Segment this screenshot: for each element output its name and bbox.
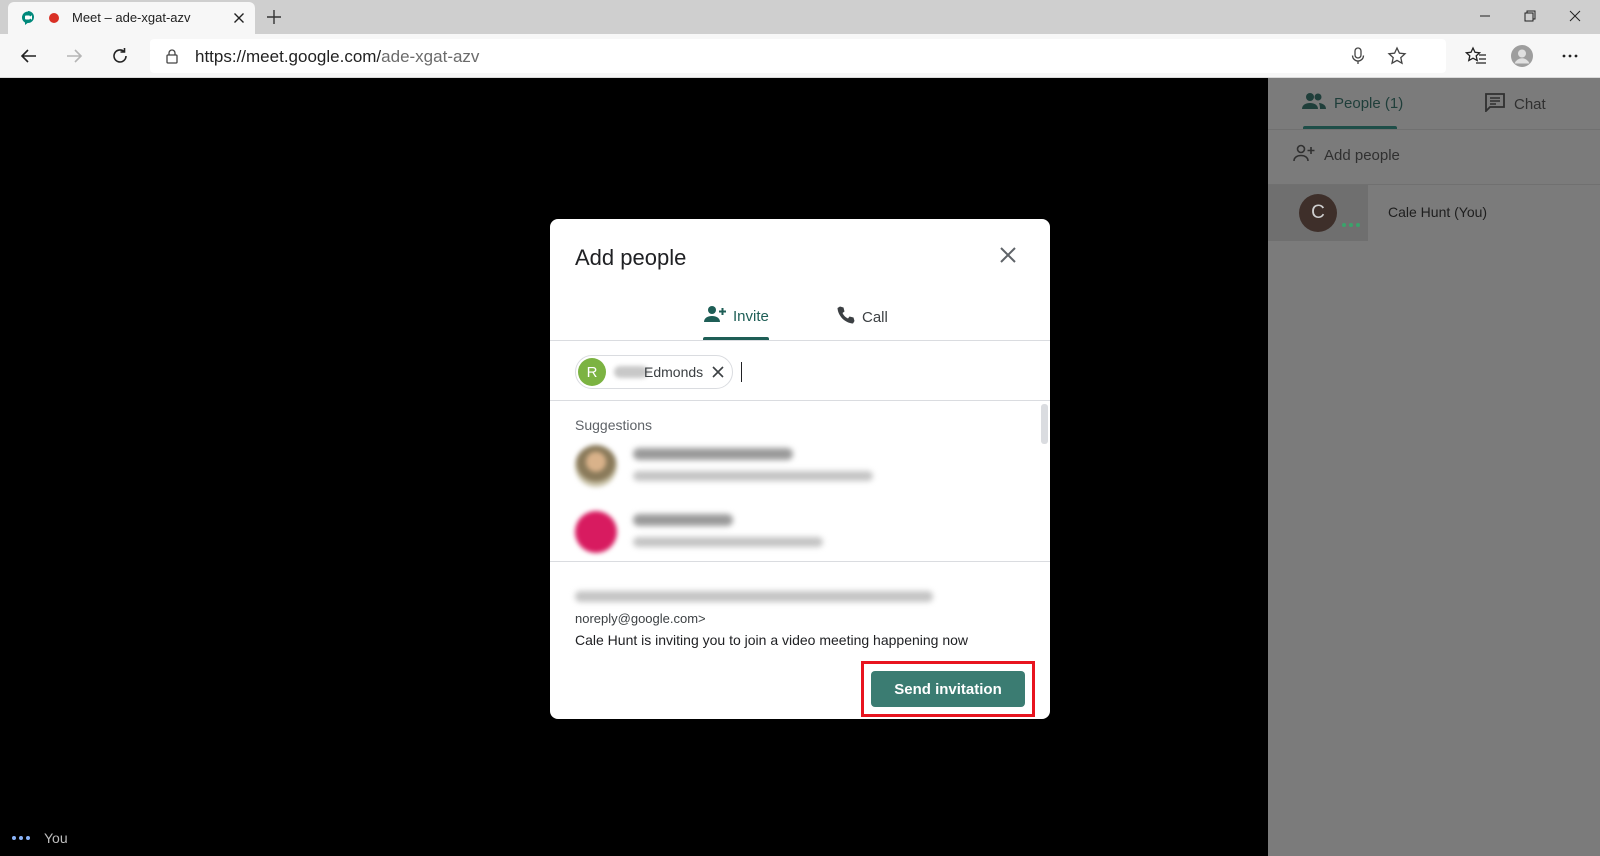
browser-tab-strip: Meet – ade-xgat-azv <box>0 0 1600 34</box>
tab-chat[interactable]: Chat <box>1484 92 1546 116</box>
forward-icon[interactable] <box>60 42 88 70</box>
favorites-icon[interactable] <box>1462 42 1490 70</box>
close-icon[interactable] <box>996 243 1020 267</box>
audio-indicator-icon <box>1342 223 1360 227</box>
browser-tab[interactable]: Meet – ade-xgat-azv <box>8 2 255 34</box>
participant-row[interactable]: C Cale Hunt (You) <box>1268 185 1600 241</box>
avatar <box>575 445 617 487</box>
add-people-dialog: Add people Invite Call R Edmonds Suggest… <box>550 219 1050 719</box>
avatar: R <box>578 358 606 386</box>
side-panel: People (1) Chat Add people C Cale Hunt (… <box>1268 78 1600 856</box>
microphone-icon[interactable] <box>1348 46 1368 66</box>
minimize-icon[interactable] <box>1462 2 1508 30</box>
meet-favicon-icon <box>20 10 36 26</box>
more-icon[interactable] <box>1556 42 1584 70</box>
audio-indicator-icon <box>12 836 30 840</box>
sender-email: noreply@google.com> <box>575 611 706 626</box>
people-icon <box>1302 92 1326 114</box>
tab-chat-label: Chat <box>1514 95 1546 113</box>
suggestion-item[interactable] <box>575 511 1015 559</box>
blurred-sender-line <box>575 591 933 602</box>
chat-icon <box>1484 92 1506 116</box>
url-text[interactable]: https://meet.google.com/ade-xgat-azv <box>195 47 479 67</box>
tab-invite[interactable]: Invite <box>703 305 769 327</box>
tab-people[interactable]: People (1) <box>1302 92 1403 114</box>
window-close-icon[interactable] <box>1552 2 1598 30</box>
remove-recipient-icon[interactable] <box>710 364 726 380</box>
back-icon[interactable] <box>15 42 43 70</box>
active-tab-indicator <box>1303 126 1397 129</box>
tab-close-icon[interactable] <box>231 10 247 26</box>
blurred-name <box>633 448 793 460</box>
dialog-title: Add people <box>575 245 687 270</box>
blurred-name <box>633 514 733 526</box>
avatar <box>575 511 617 553</box>
browser-toolbar: https://meet.google.com/ade-xgat-azv <box>0 34 1600 78</box>
recipient-chip[interactable]: R Edmonds <box>575 355 733 389</box>
tab-people-label: People (1) <box>1334 94 1404 112</box>
blurred-email <box>633 471 873 481</box>
lock-icon[interactable] <box>164 48 180 69</box>
restore-icon[interactable] <box>1507 2 1553 30</box>
add-people-button[interactable]: Add people <box>1292 144 1400 166</box>
phone-icon <box>836 305 856 329</box>
invite-message: Cale Hunt is inviting you to join a vide… <box>575 632 969 648</box>
suggestions-label: Suggestions <box>575 417 653 433</box>
divider <box>550 561 1050 562</box>
new-tab-plus-icon[interactable] <box>264 7 284 27</box>
scrollbar[interactable] <box>1041 404 1048 444</box>
person-add-icon <box>703 305 727 327</box>
tab-call-label: Call <box>862 308 888 326</box>
url-path: ade-xgat-azv <box>381 47 480 66</box>
self-tile-label: You <box>12 830 68 846</box>
side-panel-tabs: People (1) Chat <box>1268 78 1600 130</box>
add-people-label: Add people <box>1324 146 1400 164</box>
avatar: C <box>1299 194 1337 232</box>
address-bar[interactable]: https://meet.google.com/ade-xgat-azv <box>150 39 1446 73</box>
blurred-name <box>614 366 648 378</box>
recipient-name: Edmonds <box>644 364 704 380</box>
participant-name: Cale Hunt (You) <box>1388 204 1488 220</box>
suggestion-item[interactable] <box>575 445 1015 493</box>
blurred-email <box>633 537 823 547</box>
recipient-input[interactable] <box>741 362 742 382</box>
tab-title: Meet – ade-xgat-azv <box>72 10 191 25</box>
self-label: You <box>44 830 68 846</box>
profile-icon[interactable] <box>1508 42 1536 70</box>
divider <box>550 400 1050 401</box>
tab-call[interactable]: Call <box>836 305 888 329</box>
refresh-icon[interactable] <box>106 42 134 70</box>
person-add-icon <box>1292 144 1316 166</box>
tab-invite-label: Invite <box>733 307 769 325</box>
send-invitation-button[interactable]: Send invitation <box>871 671 1025 707</box>
recording-dot-icon <box>49 13 59 23</box>
divider <box>550 340 1050 341</box>
star-icon[interactable] <box>1387 46 1407 66</box>
url-host: https://meet.google.com/ <box>195 47 382 66</box>
